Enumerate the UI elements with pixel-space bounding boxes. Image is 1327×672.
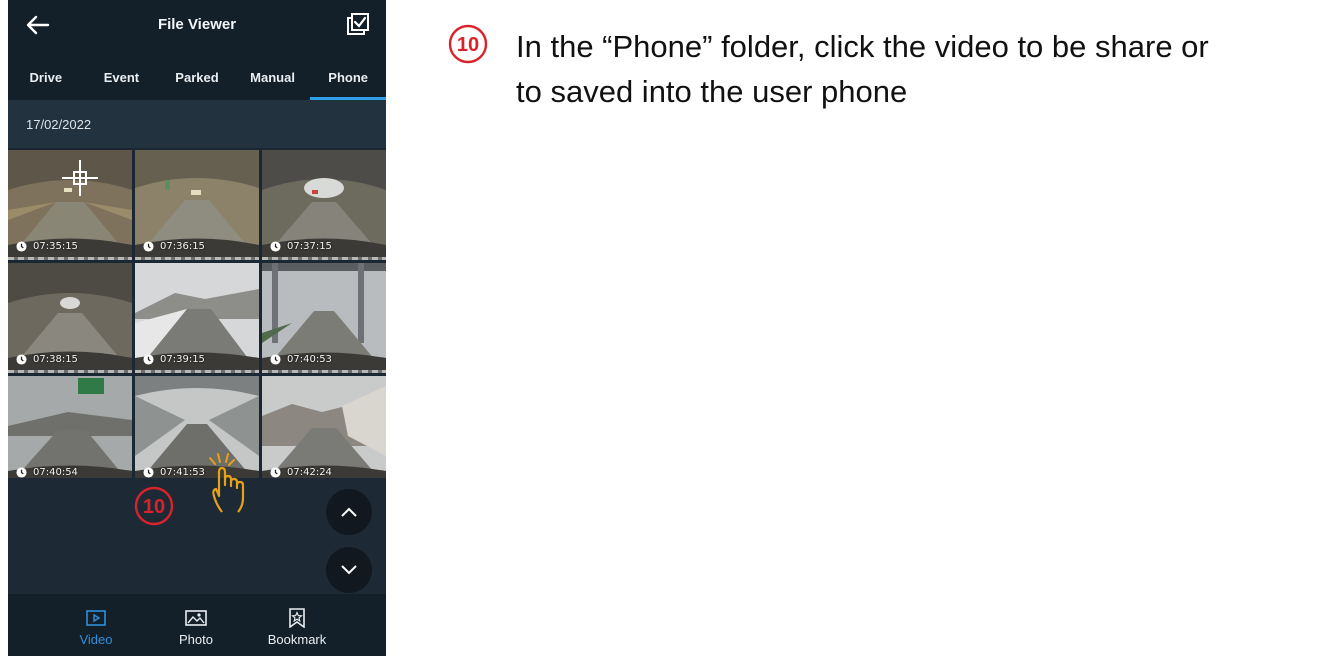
- timestamp-text: 07:36:15: [160, 241, 205, 252]
- svg-text:10: 10: [457, 34, 479, 56]
- frame-strip: [135, 370, 259, 373]
- scroll-up-button[interactable]: [326, 489, 372, 535]
- clock-icon: [143, 241, 154, 252]
- video-thumbnail-grid: 07:35:15 07:36:15 07:37:15 07:38:15 07:3…: [8, 150, 386, 486]
- timestamp: 07:42:24: [270, 467, 332, 478]
- clock-icon: [16, 241, 27, 252]
- timestamp: 07:35:15: [16, 241, 78, 252]
- timestamp: 07:39:15: [143, 354, 205, 365]
- timestamp-text: 07:40:53: [287, 354, 332, 365]
- bottom-navigation: Video Photo Bookmark: [8, 594, 386, 656]
- tab-phone[interactable]: Phone: [310, 52, 386, 100]
- nav-video-label: Video: [79, 632, 113, 647]
- scroll-down-button[interactable]: [326, 547, 372, 593]
- tab-drive[interactable]: Drive: [8, 52, 84, 100]
- folder-tabs: Drive Event Parked Manual Phone: [8, 52, 386, 100]
- timestamp: 07:40:53: [270, 354, 332, 365]
- video-thumbnail[interactable]: 07:35:15: [8, 150, 132, 260]
- video-thumbnail[interactable]: 07:36:15: [135, 150, 259, 260]
- timestamp-text: 07:37:15: [287, 241, 332, 252]
- tap-hand-icon: [209, 453, 245, 513]
- nav-video[interactable]: Video: [56, 608, 136, 647]
- clock-icon: [270, 467, 281, 478]
- photo-icon: [185, 610, 207, 626]
- step-instruction: In the “Phone” folder, click the video t…: [516, 24, 1209, 114]
- timestamp-text: 07:39:15: [160, 354, 205, 365]
- timestamp: 07:38:15: [16, 354, 78, 365]
- timestamp-text: 07:40:54: [33, 467, 78, 478]
- timestamp-text: 07:42:24: [287, 467, 332, 478]
- nav-bookmark[interactable]: Bookmark: [257, 608, 337, 647]
- timestamp: 07:37:15: [270, 241, 332, 252]
- timestamp-text: 07:41:53: [160, 467, 205, 478]
- video-thumbnail[interactable]: 07:42:24: [262, 376, 386, 486]
- timestamp-text: 07:35:15: [33, 241, 78, 252]
- tab-parked[interactable]: Parked: [159, 52, 235, 100]
- step-instruction-line1: In the “Phone” folder, click the video t…: [516, 29, 1209, 64]
- page-title: File Viewer: [157, 16, 237, 33]
- frame-strip: [135, 257, 259, 260]
- timestamp: 07:40:54: [16, 467, 78, 478]
- step-number-badge: 10: [134, 486, 174, 526]
- chevron-down-icon: [341, 565, 357, 575]
- clock-icon: [16, 467, 27, 478]
- bookmark-icon: [289, 608, 305, 628]
- nav-photo-label: Photo: [179, 632, 213, 647]
- page: File Viewer Drive Event Parked Manual Ph…: [0, 0, 1327, 672]
- step-number-badge: 10: [448, 24, 488, 64]
- date-group-header: 17/02/2022: [8, 100, 386, 148]
- video-thumbnail[interactable]: 07:38:15: [8, 263, 132, 373]
- top-app-bar: File Viewer: [8, 0, 386, 52]
- step-instruction-line2: to saved into the user phone: [516, 74, 908, 109]
- svg-text:10: 10: [143, 496, 165, 518]
- frame-strip: [8, 257, 132, 260]
- video-thumbnail[interactable]: 07:37:15: [262, 150, 386, 260]
- timestamp: 07:41:53: [143, 467, 205, 478]
- nav-photo[interactable]: Photo: [156, 608, 236, 647]
- select-checkbox-icon[interactable]: [346, 12, 370, 36]
- frame-strip: [8, 370, 132, 373]
- timestamp-text: 07:38:15: [33, 354, 78, 365]
- clock-icon: [16, 354, 27, 365]
- tab-event[interactable]: Event: [84, 52, 160, 100]
- video-thumbnail[interactable]: 07:39:15: [135, 263, 259, 373]
- clock-icon: [270, 354, 281, 365]
- video-thumbnail[interactable]: 07:40:54: [8, 376, 132, 486]
- crosshair-icon: [62, 160, 98, 196]
- clock-icon: [270, 241, 281, 252]
- frame-strip: [262, 257, 386, 260]
- clock-icon: [143, 467, 154, 478]
- nav-bookmark-label: Bookmark: [267, 632, 327, 647]
- tab-manual[interactable]: Manual: [235, 52, 311, 100]
- video-icon: [86, 610, 106, 626]
- chevron-up-icon: [341, 507, 357, 517]
- frame-strip: [262, 370, 386, 373]
- video-thumbnail[interactable]: 07:40:53: [262, 263, 386, 373]
- timestamp: 07:36:15: [143, 241, 205, 252]
- clock-icon: [143, 354, 154, 365]
- phone-screen: File Viewer Drive Event Parked Manual Ph…: [8, 0, 386, 656]
